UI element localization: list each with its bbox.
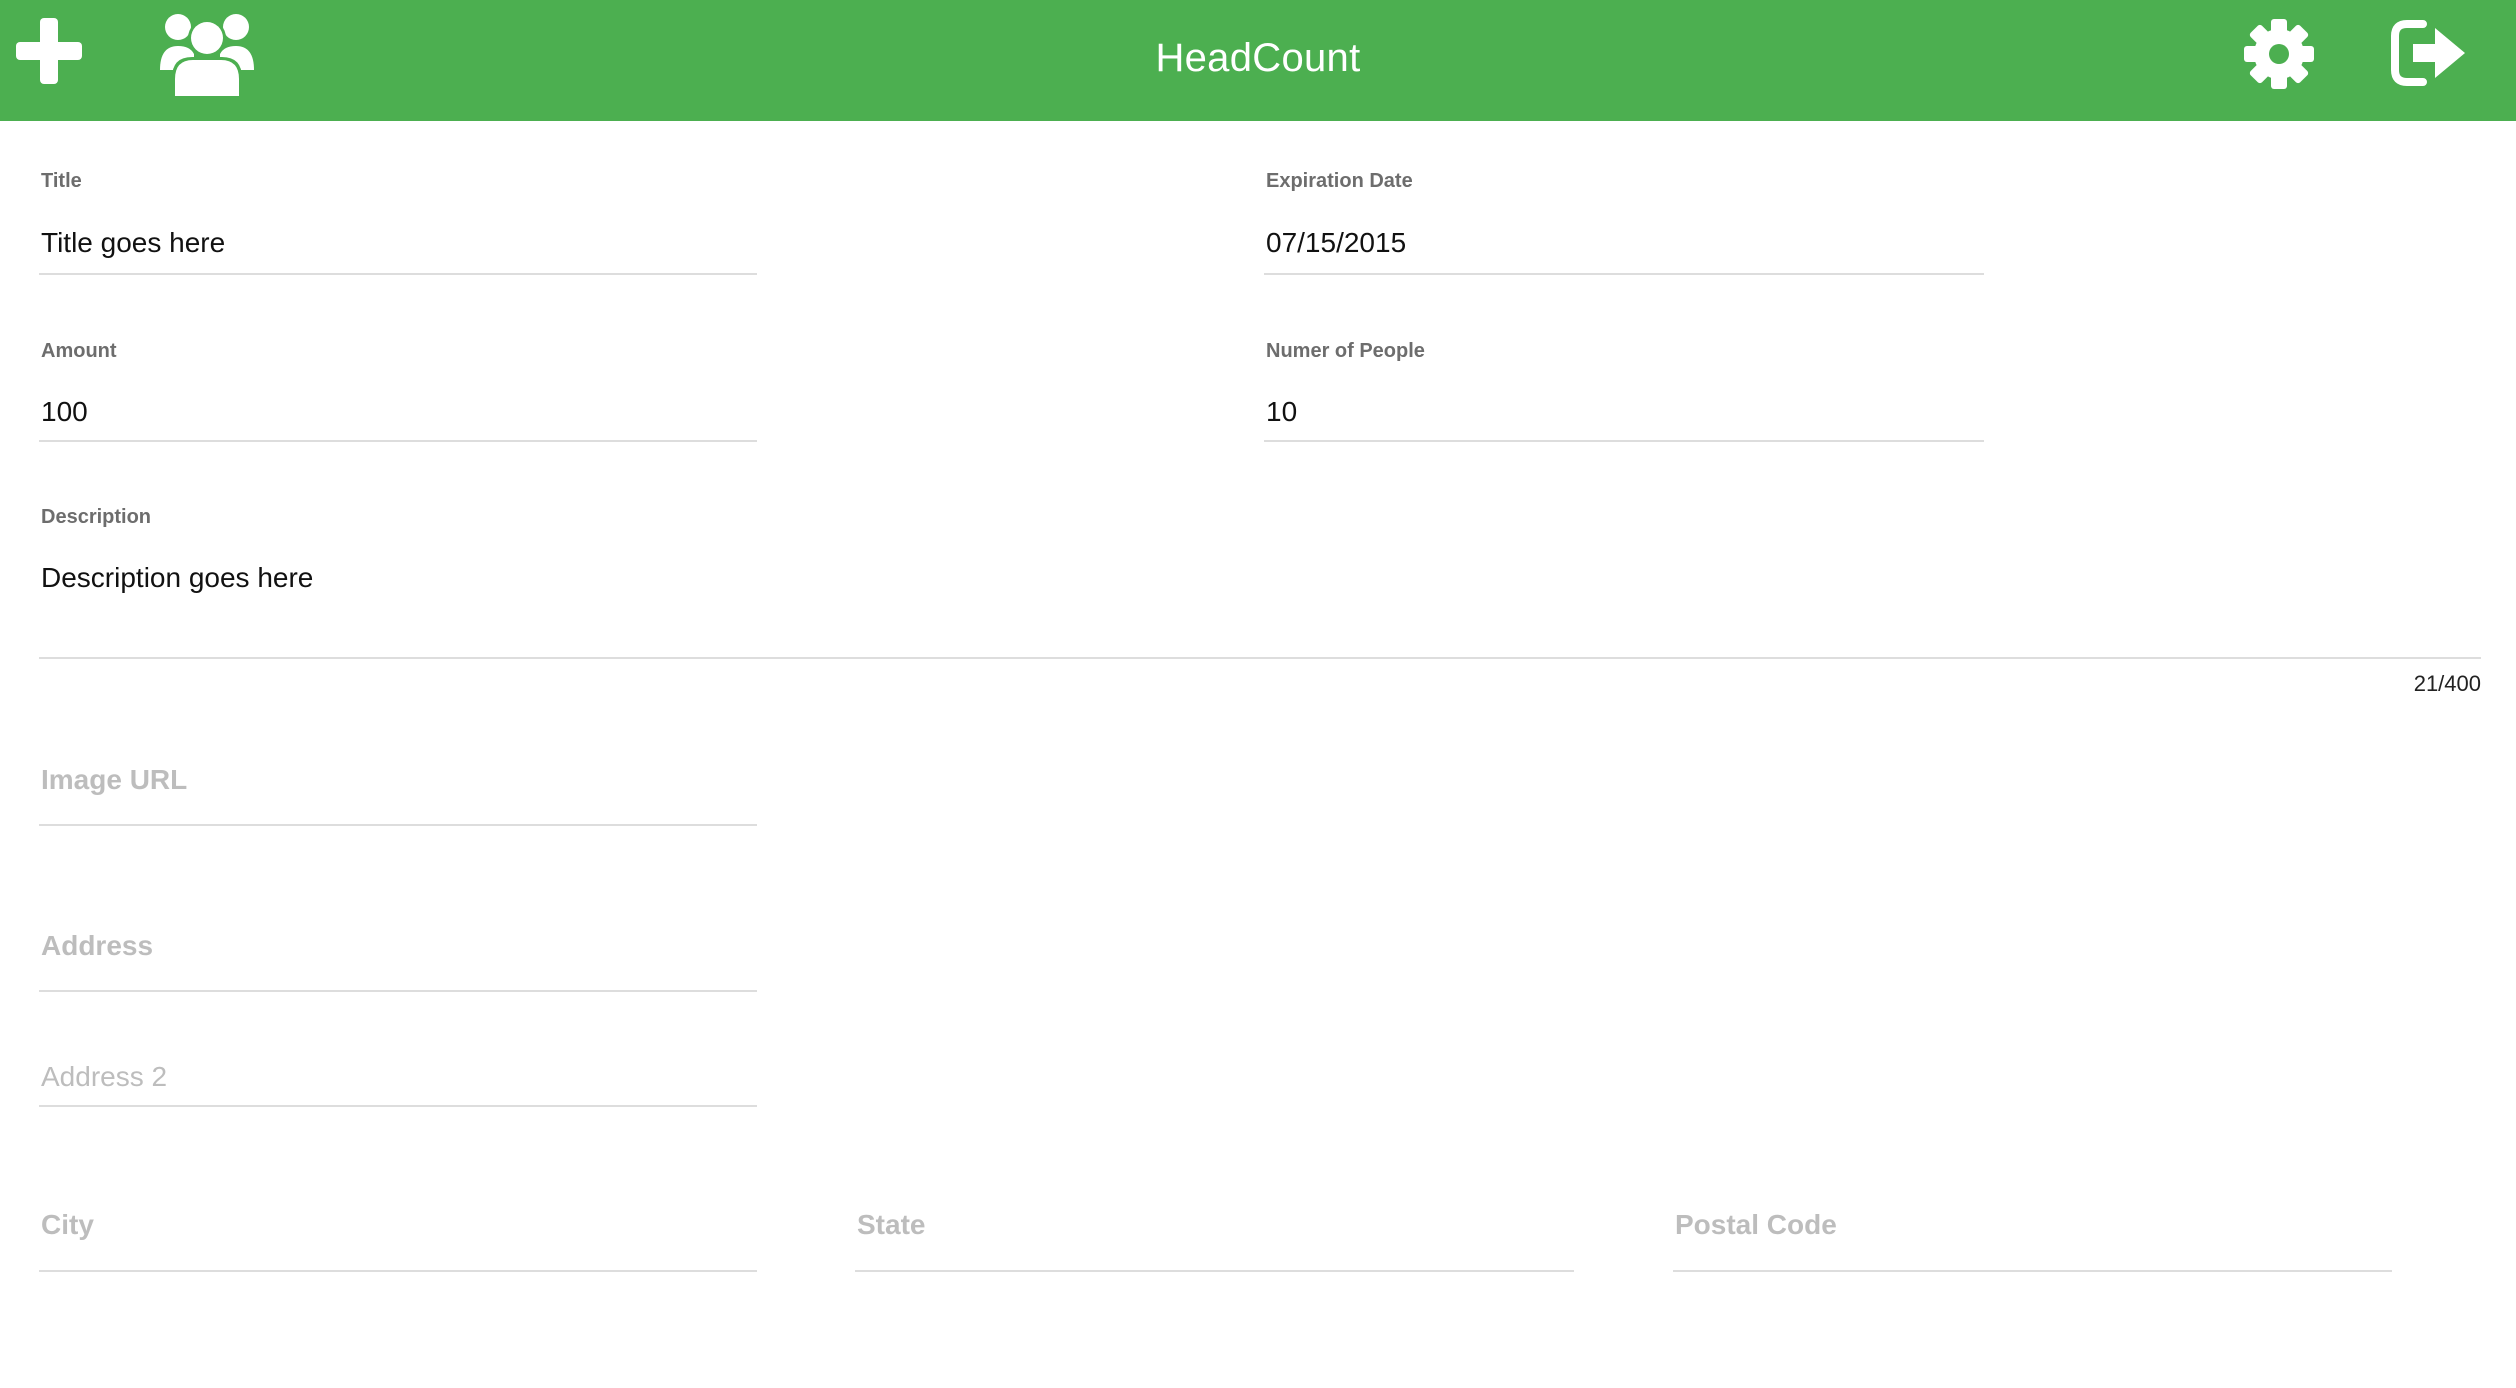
postal-code-field[interactable]: Postal Code (1673, 1195, 2392, 1273)
sign-out-icon (2391, 20, 2465, 86)
address-input[interactable]: Address (41, 930, 153, 962)
gear-icon (2244, 19, 2314, 89)
title-underline (39, 273, 757, 275)
description-textarea[interactable]: Description goes here (41, 562, 313, 594)
postal-code-underline (1673, 1270, 2392, 1272)
expiration-date-underline (1264, 273, 1984, 275)
image-url-underline (39, 824, 757, 826)
address-field[interactable]: Address (39, 916, 757, 993)
description-field[interactable]: Description Description goes here (39, 496, 2481, 660)
address2-underline (39, 1105, 757, 1107)
city-field[interactable]: City (39, 1195, 757, 1273)
app-title: HeadCount (1155, 36, 1361, 80)
expiration-date-input[interactable]: 07/15/2015 (1266, 227, 1406, 259)
amount-field[interactable]: Amount 100 (39, 330, 757, 444)
address2-field[interactable]: Address 2 (39, 1050, 757, 1108)
state-underline (855, 1270, 1574, 1272)
expiration-date-field[interactable]: Expiration Date 07/15/2015 (1264, 160, 1984, 276)
expiration-date-label: Expiration Date (1266, 170, 1413, 192)
logout-button[interactable] (2391, 20, 2467, 86)
amount-label: Amount (41, 340, 117, 362)
state-input[interactable]: State (857, 1209, 925, 1241)
image-url-input[interactable]: Image URL (41, 764, 187, 796)
city-input[interactable]: City (41, 1209, 94, 1241)
state-field[interactable]: State (855, 1195, 1574, 1273)
number-of-people-underline (1264, 440, 1984, 442)
title-field[interactable]: Title Title goes here (39, 160, 757, 276)
settings-button[interactable] (2243, 18, 2315, 90)
amount-underline (39, 440, 757, 442)
number-of-people-label: Numer of People (1266, 340, 1425, 362)
title-input[interactable]: Title goes here (41, 227, 225, 259)
number-of-people-field[interactable]: Numer of People 10 (1264, 330, 1984, 444)
top-bar: HeadCount (0, 0, 2516, 121)
title-label: Title (41, 170, 82, 192)
address-underline (39, 990, 757, 992)
city-underline (39, 1270, 757, 1272)
image-url-field[interactable]: Image URL (39, 750, 757, 827)
amount-input[interactable]: 100 (41, 396, 88, 428)
postal-code-input[interactable]: Postal Code (1675, 1209, 1837, 1241)
page: HeadCount Title Title goes here Expirati… (0, 0, 2516, 1388)
address2-input[interactable]: Address 2 (41, 1061, 167, 1093)
number-of-people-input[interactable]: 10 (1266, 396, 1297, 428)
description-underline (39, 657, 2481, 659)
description-char-counter: 21/400 (2413, 671, 2481, 696)
description-label: Description (41, 506, 152, 528)
